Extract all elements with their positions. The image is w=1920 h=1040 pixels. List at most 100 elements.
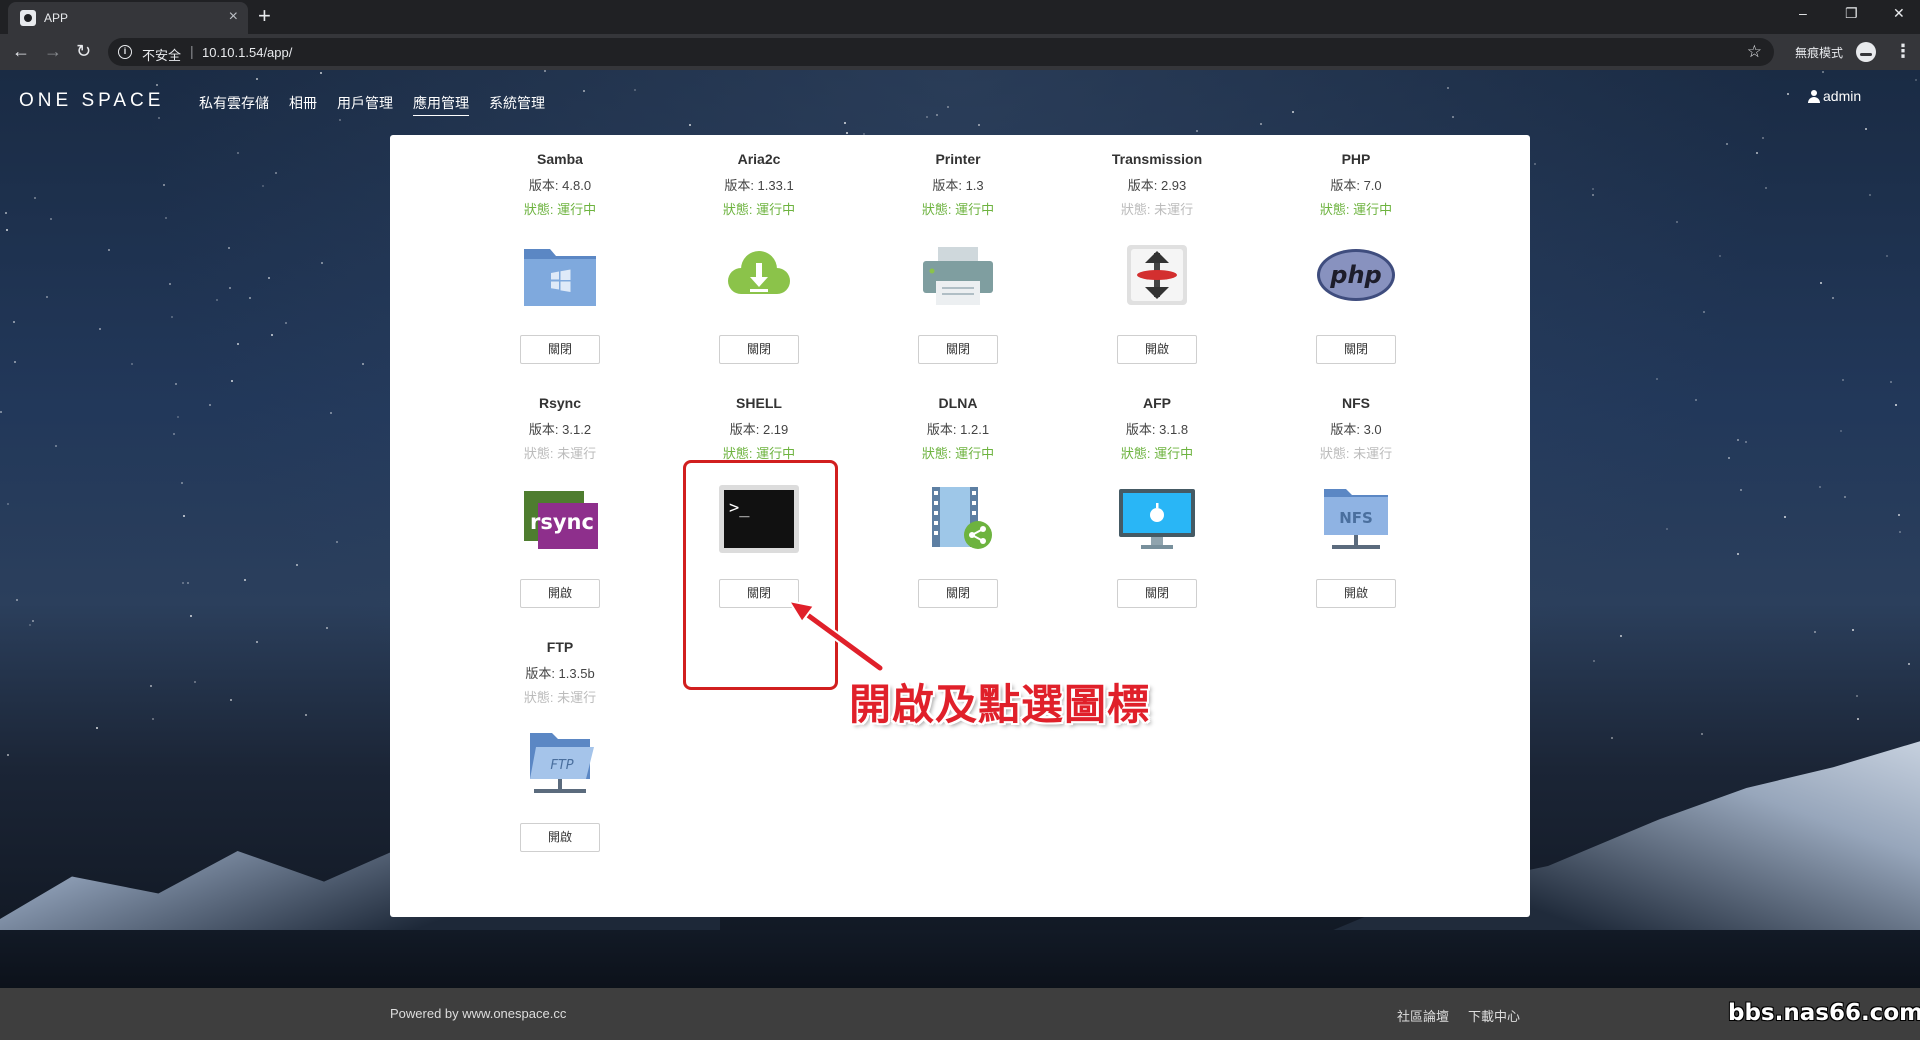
samba-folder-icon[interactable] xyxy=(520,239,600,311)
star-dot xyxy=(271,334,273,336)
app-card-afp: AFP 版本: 3.1.8 狀態: 運行中 關閉 xyxy=(1087,379,1227,619)
afp-monitor-icon[interactable] xyxy=(1117,483,1197,555)
star-dot xyxy=(1593,660,1595,662)
star-dot xyxy=(1840,430,1842,432)
nav-item-private-cloud[interactable]: 私有雲存儲 xyxy=(199,93,269,116)
toggle-button-transmission[interactable]: 開啟 xyxy=(1117,335,1197,364)
app-version: 版本: 2.19 xyxy=(729,422,789,437)
powered-by[interactable]: Powered by www.onespace.cc xyxy=(390,1006,566,1021)
star-dot xyxy=(1292,111,1294,113)
php-icon[interactable]: php xyxy=(1316,239,1396,311)
star-dot xyxy=(320,72,322,74)
star-dot xyxy=(1737,553,1739,555)
star-dot xyxy=(55,445,57,447)
star-dot xyxy=(1814,631,1816,633)
toggle-button-rsync[interactable]: 開啟 xyxy=(520,579,600,608)
star-dot xyxy=(169,283,171,285)
bookmark-star-icon[interactable]: ☆ xyxy=(1747,42,1762,62)
star-dot xyxy=(305,714,307,716)
star-dot xyxy=(1260,123,1262,125)
toggle-button-afp[interactable]: 關閉 xyxy=(1117,579,1197,608)
terminal-icon[interactable]: >_ xyxy=(719,483,799,555)
app-status: 狀態: 運行中 xyxy=(1319,202,1393,217)
close-window-button[interactable]: ✕ xyxy=(1893,5,1905,22)
security-label: 不安全 xyxy=(142,48,182,63)
toggle-button-nfs[interactable]: 開啟 xyxy=(1316,579,1396,608)
toggle-button-shell[interactable]: 關閉 xyxy=(719,579,799,608)
user-menu[interactable]: admin xyxy=(1808,88,1861,104)
star-dot xyxy=(16,599,18,601)
download-cloud-icon[interactable] xyxy=(719,239,799,311)
restore-button[interactable]: ❐ xyxy=(1845,5,1858,22)
star-dot xyxy=(216,299,218,301)
star-dot xyxy=(237,343,239,345)
footer-link-download[interactable]: 下載中心 xyxy=(1468,1006,1520,1025)
app-name: Aria2c xyxy=(737,151,781,167)
star-dot xyxy=(177,416,179,418)
star-dot xyxy=(1447,87,1449,89)
toggle-button-printer[interactable]: 關閉 xyxy=(918,335,998,364)
star-dot xyxy=(32,620,34,622)
footer-link-forum[interactable]: 社區論壇 xyxy=(1397,1006,1449,1025)
star-dot xyxy=(152,718,154,720)
star-dot xyxy=(171,316,173,318)
svg-text:>_: >_ xyxy=(729,498,750,518)
toggle-button-php[interactable]: 關閉 xyxy=(1316,335,1396,364)
nav-item-system[interactable]: 系統管理 xyxy=(489,93,545,116)
browser-tab[interactable]: APP × xyxy=(8,2,248,34)
dlna-icon[interactable] xyxy=(918,483,998,555)
star-dot xyxy=(544,70,546,72)
star-dot xyxy=(1728,457,1730,459)
app-favicon-icon xyxy=(20,10,36,26)
star-dot xyxy=(229,287,231,289)
reload-icon[interactable]: ↻ xyxy=(76,41,91,61)
watermark: bbs.nas66.com xyxy=(1728,1000,1920,1026)
star-dot xyxy=(362,363,364,365)
minimize-button[interactable]: – xyxy=(1799,5,1807,21)
star-dot xyxy=(1620,635,1622,637)
svg-text:php: php xyxy=(1329,261,1381,289)
browser-menu-icon[interactable]: ⋮ xyxy=(1894,41,1912,62)
star-dot xyxy=(926,116,928,118)
forward-arrow-icon[interactable]: → xyxy=(44,41,62,61)
star-dot xyxy=(321,262,323,264)
star-dot xyxy=(936,114,938,116)
star-dot xyxy=(1899,531,1901,533)
brand-logo[interactable]: ONE SPACE xyxy=(19,90,164,112)
star-dot xyxy=(181,482,183,484)
transmission-icon[interactable] xyxy=(1117,239,1197,311)
toggle-button-dlna[interactable]: 關閉 xyxy=(918,579,998,608)
printer-icon[interactable] xyxy=(918,239,998,311)
toggle-button-samba[interactable]: 關閉 xyxy=(520,335,600,364)
star-dot xyxy=(1611,737,1613,739)
star-dot xyxy=(29,624,31,626)
toggle-button-ftp[interactable]: 開啟 xyxy=(520,823,600,852)
url-text[interactable]: 10.10.1.54/app/ xyxy=(202,45,292,60)
address-bar[interactable]: i 不安全 | 10.10.1.54/app/ ☆ xyxy=(108,38,1774,66)
app-name: FTP xyxy=(546,639,574,655)
new-tab-button[interactable]: + xyxy=(258,4,271,28)
star-dot xyxy=(978,124,980,126)
back-arrow-icon[interactable]: ← xyxy=(12,41,30,61)
app-version: 版本: 3.1.2 xyxy=(528,422,592,437)
info-icon[interactable]: i xyxy=(118,45,132,59)
nav-item-apps[interactable]: 應用管理 xyxy=(413,93,469,116)
star-dot xyxy=(1703,311,1705,313)
star-dot xyxy=(1765,187,1767,189)
star-dot xyxy=(1196,130,1198,132)
app-card-aria2c: Aria2c 版本: 1.33.1 狀態: 運行中 關閉 xyxy=(689,135,829,375)
star-dot xyxy=(1819,486,1821,488)
star-dot xyxy=(237,152,239,154)
incognito-icon[interactable] xyxy=(1856,42,1876,62)
star-dot xyxy=(1842,379,1844,381)
nav-item-users[interactable]: 用戶管理 xyxy=(337,93,393,116)
tab-close-icon[interactable]: × xyxy=(229,8,238,26)
star-dot xyxy=(275,172,277,174)
rsync-icon[interactable]: rsync xyxy=(520,483,600,555)
nav-item-album[interactable]: 相冊 xyxy=(289,93,317,116)
toggle-button-aria2c[interactable]: 關閉 xyxy=(719,335,799,364)
ftp-folder-icon[interactable]: FTP xyxy=(520,727,600,799)
nfs-folder-icon[interactable]: NFS xyxy=(1316,483,1396,555)
star-dot xyxy=(583,90,585,92)
star-dot xyxy=(187,582,189,584)
